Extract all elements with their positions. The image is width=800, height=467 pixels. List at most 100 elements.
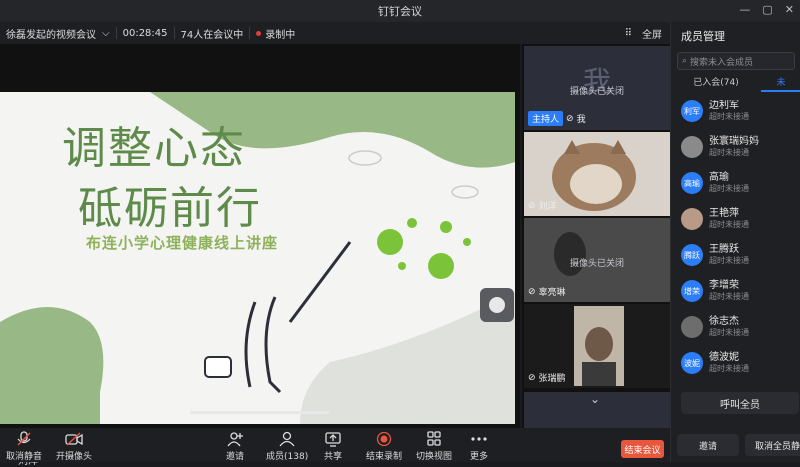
participant-tile[interactable]: ⊘ 刘洋: [524, 132, 670, 216]
member-status: 超时未接通: [709, 364, 749, 373]
microphone-muted-icon: [17, 431, 31, 446]
search-placeholder: 搜索未入会成员: [690, 57, 754, 68]
participant-tile[interactable]: ⊘ 张瑞鹏: [524, 304, 670, 388]
camera-off-icon: [65, 432, 83, 446]
member-panel: 成员管理 ⌕ 搜索未入会成员 已入会(74) 未 利军 边利军 超时未接通 张寰…: [670, 22, 800, 462]
chevron-down-icon: ⌵: [102, 27, 110, 39]
member-status: 超时未接通: [709, 292, 749, 301]
avatar: 腾跃: [681, 244, 703, 266]
avatar: 高瑜: [681, 172, 703, 194]
slide-subtitle: 布连小学心理健康线上讲座: [86, 234, 279, 252]
minimize-icon[interactable]: —: [739, 3, 750, 16]
list-item[interactable]: 徐志杰 超时未接通: [681, 316, 749, 338]
member-tabs: 已入会(74) 未: [671, 74, 800, 92]
member-status: 超时未接通: [709, 148, 749, 157]
member-status: 超时未接通: [709, 220, 749, 229]
camera-off-text: 摄像头已关闭: [569, 259, 624, 269]
list-item[interactable]: 利军 边利军 超时未接通: [681, 100, 749, 122]
fullscreen-button[interactable]: 全屏: [642, 26, 662, 41]
slide-title-line2: 砥砺前行: [78, 183, 262, 234]
unmute-all-button[interactable]: 取消全员静音: [745, 434, 800, 456]
unmute-button[interactable]: 取消静音: [6, 431, 42, 462]
recording-dot-icon: [256, 30, 262, 36]
members-button[interactable]: 成员(138): [266, 431, 308, 462]
window-titlebar: 钉钉会议 — ▢ ✕: [0, 0, 800, 22]
member-name: 德波妮: [709, 352, 739, 363]
meeting-name: 徐磊发起的视频会议: [6, 29, 96, 41]
member-search-input[interactable]: ⌕ 搜索未入会成员: [677, 52, 795, 70]
member-status: 超时未接通: [709, 256, 749, 265]
panel-title: 成员管理: [681, 30, 725, 43]
member-list: 利军 边利军 超时未接通 张寰瑞妈妈 超时未接通 高瑜 高瑜 超时未接通 王艳萍…: [671, 100, 800, 388]
members-icon: [279, 431, 295, 447]
avatar: [681, 136, 703, 158]
add-user-icon: [227, 432, 243, 447]
record-circle-icon: [489, 297, 505, 313]
list-item[interactable]: 波妮 德波妮 超时未接通: [681, 352, 749, 374]
tab-joined[interactable]: 已入会(74): [671, 74, 761, 92]
mic-muted-icon: ⊘: [528, 286, 536, 297]
tab-not-joined[interactable]: 未: [761, 74, 800, 92]
tile-name: 辜亮琳: [538, 288, 566, 298]
close-icon[interactable]: ✕: [785, 3, 794, 16]
share-screen-icon: [325, 432, 341, 447]
stop-recording-button[interactable]: 结束录制: [366, 431, 402, 462]
end-meeting-button[interactable]: 结束会议: [621, 440, 664, 458]
avatar: [681, 208, 703, 230]
unmute-label: 取消静音: [6, 452, 43, 462]
tile-name: 张瑞鹏: [538, 374, 566, 384]
record-stop-icon: [376, 431, 392, 447]
meeting-name-dropdown[interactable]: 徐磊发起的视频会议 ⌵: [0, 27, 117, 41]
tile-label: ⊘ 张瑞鹏: [528, 371, 566, 385]
duration-text: 00:28:45: [122, 27, 168, 39]
participant-tile[interactable]: 摄像头已关闭 ⊘ 辜亮琳: [524, 218, 670, 302]
member-name: 王艳萍: [709, 208, 739, 219]
member-name: 徐志杰: [709, 316, 739, 327]
members-label: 成员(138): [266, 452, 309, 462]
invite-label: 邀请: [226, 452, 245, 462]
participant-tile[interactable]: 我 摄像头已关闭 主持人 ⊘ 我: [524, 46, 670, 130]
avatar: 增荣: [681, 280, 703, 302]
list-item[interactable]: 增荣 李增荣 超时未接通: [681, 280, 749, 302]
avatar: [681, 316, 703, 338]
more-label: 更多: [470, 452, 489, 462]
participant-count: 74人在会议中: [175, 27, 251, 41]
tile-label: ⊘ 刘洋: [528, 199, 557, 213]
camera-label: 开摄像头: [56, 452, 93, 462]
switch-view-button[interactable]: 切换视图: [416, 431, 452, 462]
grid-view-icon: [427, 431, 441, 446]
recording-text: 录制中: [265, 29, 296, 41]
tile-label: 主持人 ⊘ 我: [528, 111, 586, 126]
tile-label: ⊘ 辜亮琳: [528, 285, 566, 299]
window-title: 钉钉会议: [378, 5, 422, 18]
participant-tile-partial[interactable]: ⌄: [524, 392, 670, 428]
invite-panel-button[interactable]: 邀请: [677, 434, 739, 456]
member-status: 超时未接通: [709, 112, 749, 121]
avatar: 利军: [681, 100, 703, 122]
member-name: 边利军: [709, 100, 739, 111]
invite-button[interactable]: 邀请: [226, 431, 244, 462]
mic-muted-icon: ⊘: [566, 113, 574, 124]
list-item[interactable]: 高瑜 高瑜 超时未接通: [681, 172, 749, 194]
share-label: 共享: [324, 452, 343, 462]
slide-title-line1: 调整心态: [62, 123, 246, 174]
list-item[interactable]: 张寰瑞妈妈 超时未接通: [681, 136, 759, 158]
share-button[interactable]: 共享: [324, 431, 342, 462]
participant-count-text: 74人在会议中: [180, 29, 244, 41]
window-controls: — ▢ ✕: [739, 3, 794, 16]
call-all-button[interactable]: 呼叫全员: [681, 392, 799, 414]
scroll-down-icon[interactable]: ⌄: [590, 392, 600, 406]
search-icon: ⌕: [682, 56, 688, 66]
more-button[interactable]: 更多: [470, 431, 488, 462]
camera-button[interactable]: 开摄像头: [56, 431, 92, 462]
meeting-duration: 00:28:45: [117, 27, 175, 39]
list-item[interactable]: 王艳萍 超时未接通: [681, 208, 749, 230]
maximize-icon[interactable]: ▢: [762, 3, 772, 16]
member-status: 超时未接通: [709, 328, 749, 337]
grid-layout-icon[interactable]: ⠿: [625, 28, 632, 39]
avatar: 波妮: [681, 352, 703, 374]
slide-progress-bar: [190, 411, 330, 414]
infobar-right: ⠿ 全屏: [625, 22, 662, 44]
list-item[interactable]: 腾跃 王腾跃 超时未接通: [681, 244, 749, 266]
floating-control-button[interactable]: [480, 288, 514, 322]
